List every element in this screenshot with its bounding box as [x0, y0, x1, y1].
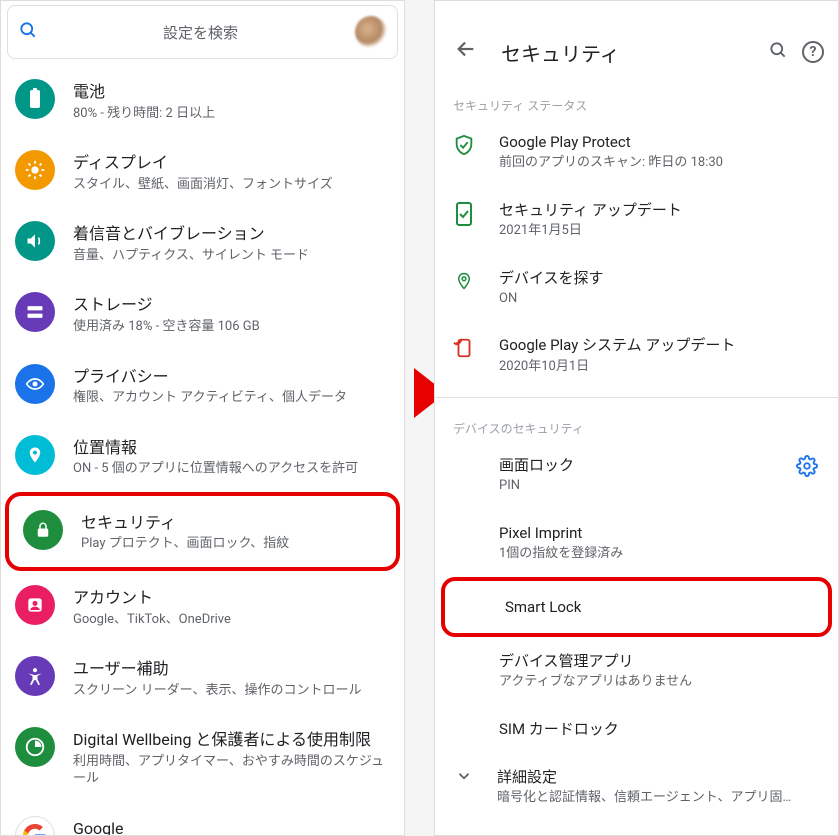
- lock-icon: [23, 510, 63, 550]
- settings-item-sound[interactable]: 着信音とバイブレーション 音量、ハプティクス、サイレント モード: [1, 207, 404, 278]
- storage-icon: [15, 292, 55, 332]
- item-sub: ON: [499, 290, 822, 308]
- item-title: 画面ロック: [499, 455, 792, 475]
- item-title: セキュリティ: [81, 512, 382, 534]
- item-sub: スクリーン リーダー、表示、操作のコントロール: [73, 682, 390, 700]
- item-sub: 80% - 残り時間: 2 日以上: [73, 105, 390, 123]
- brightness-icon: [15, 150, 55, 190]
- settings-main-screen: 設定を検索 電池 80% - 残り時間: 2 日以上 ディスプレイ スタイル、壁…: [0, 0, 405, 836]
- settings-item-wellbeing[interactable]: Digital Wellbeing と保護者による使用制限 利用時間、アプリタイ…: [1, 713, 404, 802]
- item-title: Google Play システム アップデート: [499, 335, 822, 355]
- item-sub: 利用時間、アプリタイマー、おやすみ時間のスケジュール: [73, 753, 390, 788]
- location-icon: [15, 435, 55, 475]
- accessibility-icon: [15, 656, 55, 696]
- item-sub: アクティブなアプリはありません: [499, 673, 822, 691]
- settings-item-storage[interactable]: ストレージ 使用済み 18% - 空き容量 106 GB: [1, 278, 404, 349]
- settings-item-accounts[interactable]: アカウント Google、TikTok、OneDrive: [1, 571, 404, 642]
- item-sub: 使用済み 18% - 空き容量 106 GB: [73, 318, 390, 336]
- item-sub: 1個の指紋を登録済み: [499, 545, 822, 563]
- item-sub: 2021年1月5日: [499, 222, 822, 240]
- item-title: 位置情報: [73, 437, 390, 459]
- security-item-screen-lock[interactable]: 画面ロック PIN: [435, 441, 838, 509]
- security-item-pixel-imprint[interactable]: Pixel Imprint 1個の指紋を登録済み: [435, 509, 838, 577]
- google-icon: [15, 816, 55, 836]
- security-screen: セキュリティ ? セキュリティ ステータス Google Play Protec…: [434, 0, 839, 836]
- settings-item-security[interactable]: セキュリティ Play プロテクト、画面ロック、指紋: [9, 496, 396, 567]
- item-title: Smart Lock: [505, 597, 816, 617]
- volume-icon: [15, 221, 55, 261]
- item-title: Pixel Imprint: [499, 523, 822, 543]
- wellbeing-icon: [15, 727, 55, 767]
- item-title: 電池: [73, 81, 390, 103]
- update-phone-icon: [451, 336, 477, 360]
- settings-item-battery[interactable]: 電池 80% - 残り時間: 2 日以上: [1, 65, 404, 136]
- item-title: Digital Wellbeing と保護者による使用制限: [73, 729, 390, 751]
- item-title: プライバシー: [73, 366, 390, 388]
- item-title: デバイス管理アプリ: [499, 651, 822, 671]
- item-sub: ON - 5 個のアプリに位置情報へのアクセスを許可: [73, 460, 390, 478]
- item-sub: 権限、アカウント アクティビティ、個人データ: [73, 389, 390, 407]
- chevron-down-icon: [451, 767, 477, 790]
- item-title: セキュリティ アップデート: [499, 200, 822, 220]
- account-icon: [15, 585, 55, 625]
- item-title: 詳細設定: [497, 767, 822, 787]
- security-item-smart-lock[interactable]: Smart Lock: [445, 581, 828, 633]
- item-title: デバイスを探す: [499, 268, 822, 288]
- highlight-security: セキュリティ Play プロテクト、画面ロック、指紋: [5, 492, 400, 571]
- security-item-find-device[interactable]: デバイスを探す ON: [435, 254, 838, 322]
- shield-icon: [451, 133, 477, 157]
- security-item-play-protect[interactable]: Google Play Protect 前回のアプリのスキャン: 昨日の 18:…: [435, 118, 838, 186]
- settings-item-accessibility[interactable]: ユーザー補助 スクリーン リーダー、表示、操作のコントロール: [1, 642, 404, 713]
- gear-icon[interactable]: [792, 455, 822, 482]
- security-item-system-update[interactable]: Google Play システム アップデート 2020年10月1日: [435, 321, 838, 389]
- security-item-sim-lock[interactable]: SIM カードロック: [435, 705, 838, 753]
- item-sub: Play プロテクト、画面ロック、指紋: [81, 535, 382, 553]
- item-sub: 暗号化と認証情報、信頼エージェント、アプリ固…: [497, 789, 822, 807]
- settings-item-location[interactable]: 位置情報 ON - 5 個のアプリに位置情報へのアクセスを許可: [1, 421, 404, 492]
- item-title: Google Play Protect: [499, 132, 822, 152]
- item-sub: 前回のアプリのスキャン: 昨日の 18:30: [499, 154, 822, 172]
- item-sub: PIN: [499, 477, 792, 495]
- item-title: Google: [73, 818, 390, 836]
- highlight-smart-lock: Smart Lock: [441, 577, 832, 637]
- settings-item-google[interactable]: Google サービスと設定: [1, 802, 404, 836]
- item-title: アカウント: [73, 587, 390, 609]
- divider: [435, 397, 838, 398]
- item-title: 着信音とバイブレーション: [73, 223, 390, 245]
- item-sub: 音量、ハプティクス、サイレント モード: [73, 247, 390, 265]
- section-security-status: セキュリティ ステータス: [435, 83, 838, 118]
- page-title: セキュリティ: [501, 38, 760, 67]
- help-button[interactable]: ?: [802, 41, 824, 63]
- security-item-advanced[interactable]: 詳細設定 暗号化と認証情報、信頼エージェント、アプリ固…: [435, 753, 838, 821]
- profile-avatar[interactable]: [355, 16, 387, 48]
- search-icon: [18, 20, 38, 45]
- item-title: ユーザー補助: [73, 658, 390, 680]
- phone-check-icon: [451, 201, 477, 227]
- item-title: ストレージ: [73, 294, 390, 316]
- search-button[interactable]: [760, 40, 796, 65]
- section-device-security: デバイスのセキュリティ: [435, 406, 838, 441]
- security-item-security-update[interactable]: セキュリティ アップデート 2021年1月5日: [435, 186, 838, 254]
- settings-item-privacy[interactable]: プライバシー 権限、アカウント アクティビティ、個人データ: [1, 350, 404, 421]
- security-item-device-admin[interactable]: デバイス管理アプリ アクティブなアプリはありません: [435, 637, 838, 705]
- item-sub: スタイル、壁紙、画面消灯、フォントサイズ: [73, 176, 390, 194]
- header: セキュリティ ?: [435, 21, 838, 83]
- back-button[interactable]: [449, 32, 483, 72]
- item-title: SIM カードロック: [499, 719, 822, 739]
- item-sub: 2020年10月1日: [499, 358, 822, 376]
- item-sub: Google、TikTok、OneDrive: [73, 611, 390, 629]
- search-bar[interactable]: 設定を検索: [7, 5, 398, 59]
- settings-item-display[interactable]: ディスプレイ スタイル、壁紙、画面消灯、フォントサイズ: [1, 136, 404, 207]
- battery-icon: [15, 79, 55, 119]
- item-title: ディスプレイ: [73, 152, 390, 174]
- location-icon: [451, 269, 477, 293]
- privacy-icon: [15, 364, 55, 404]
- search-placeholder: 設定を検索: [46, 22, 355, 43]
